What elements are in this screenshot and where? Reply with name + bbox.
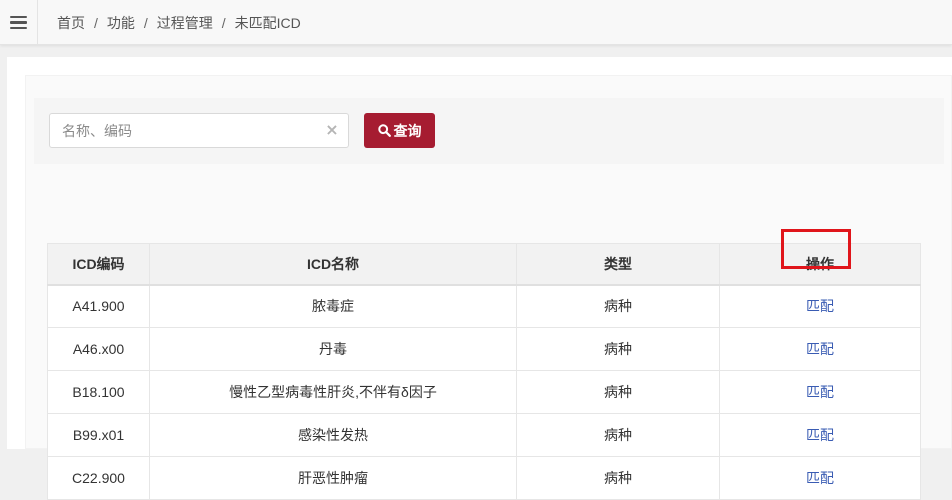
cell-icd-name: 慢性乙型病毒性肝炎,不伴有δ因子 — [149, 370, 517, 414]
breadcrumb-home[interactable]: 首页 — [57, 13, 85, 33]
table-row: C22.900 肝恶性肿瘤 病种 匹配 — [47, 456, 921, 500]
search-box: × — [49, 113, 349, 148]
table-row: B18.100 慢性乙型病毒性肝炎,不伴有δ因子 病种 匹配 — [47, 370, 921, 414]
match-link[interactable]: 匹配 — [806, 384, 834, 400]
search-area: × 查询 — [34, 98, 944, 164]
breadcrumb-separator: / — [94, 14, 98, 31]
cell-type: 病种 — [516, 327, 720, 371]
cell-icd-name: 感染性发热 — [149, 413, 517, 457]
cell-icd-code: B18.100 — [47, 370, 150, 414]
breadcrumb-separator: / — [221, 14, 226, 31]
cell-icd-name: 丹毒 — [149, 327, 517, 371]
header-action: 操作 — [719, 243, 921, 286]
breadcrumb-process-management[interactable]: 过程管理 — [157, 13, 213, 33]
query-button-label: 查询 — [393, 122, 422, 139]
table-row: B99.x01 感染性发热 病种 匹配 — [47, 413, 921, 457]
cell-action: 匹配 — [719, 370, 921, 414]
header-icd-code[interactable]: ICD编码 — [47, 243, 150, 286]
query-button[interactable]: 查询 — [364, 113, 435, 148]
breadcrumb-current: 未匹配ICD — [234, 14, 301, 31]
match-link[interactable]: 匹配 — [806, 341, 834, 357]
breadcrumb-function[interactable]: 功能 — [107, 13, 135, 33]
icd-table: ICD编码 ICD名称 类型 操作 A41.900 脓毒症 病种 匹配 A46.… — [47, 243, 921, 500]
cell-icd-code: C22.900 — [47, 456, 150, 500]
cell-icd-code: A41.900 — [47, 284, 150, 328]
cell-action: 匹配 — [719, 284, 921, 328]
cell-icd-name: 脓毒症 — [149, 284, 517, 328]
cell-action: 匹配 — [719, 413, 921, 457]
search-input[interactable] — [50, 114, 320, 147]
match-link[interactable]: 匹配 — [806, 470, 834, 486]
search-icon — [377, 124, 391, 137]
top-bar: 首页 / 功能 / 过程管理 / 未匹配ICD — [0, 0, 952, 45]
menu-toggle-button[interactable] — [0, 0, 38, 45]
table-header-row: ICD编码 ICD名称 类型 操作 — [47, 243, 921, 286]
match-link[interactable]: 匹配 — [806, 427, 834, 443]
clear-icon[interactable]: × — [324, 122, 340, 138]
cell-icd-name: 肝恶性肿瘤 — [149, 456, 517, 500]
header-icd-name[interactable]: ICD名称 — [149, 243, 517, 286]
table-row: A41.900 脓毒症 病种 匹配 — [47, 284, 921, 328]
header-type[interactable]: 类型 — [516, 243, 720, 286]
hamburger-icon — [10, 15, 27, 30]
match-link[interactable]: 匹配 — [806, 298, 834, 314]
cell-type: 病种 — [516, 284, 720, 328]
breadcrumb: 首页 / 功能 / 过程管理 / 未匹配ICD — [57, 0, 301, 45]
cell-type: 病种 — [516, 370, 720, 414]
cell-action: 匹配 — [719, 456, 921, 500]
table-row: A46.x00 丹毒 病种 匹配 — [47, 327, 921, 371]
cell-type: 病种 — [516, 413, 720, 457]
main-content: × 查询 ICD编码 ICD名称 类型 操作 — [7, 57, 952, 500]
cell-icd-code: A46.x00 — [47, 327, 150, 371]
cell-type: 病种 — [516, 456, 720, 500]
breadcrumb-separator: / — [143, 14, 148, 31]
cell-icd-code: B99.x01 — [47, 413, 150, 457]
cell-action: 匹配 — [719, 327, 921, 371]
